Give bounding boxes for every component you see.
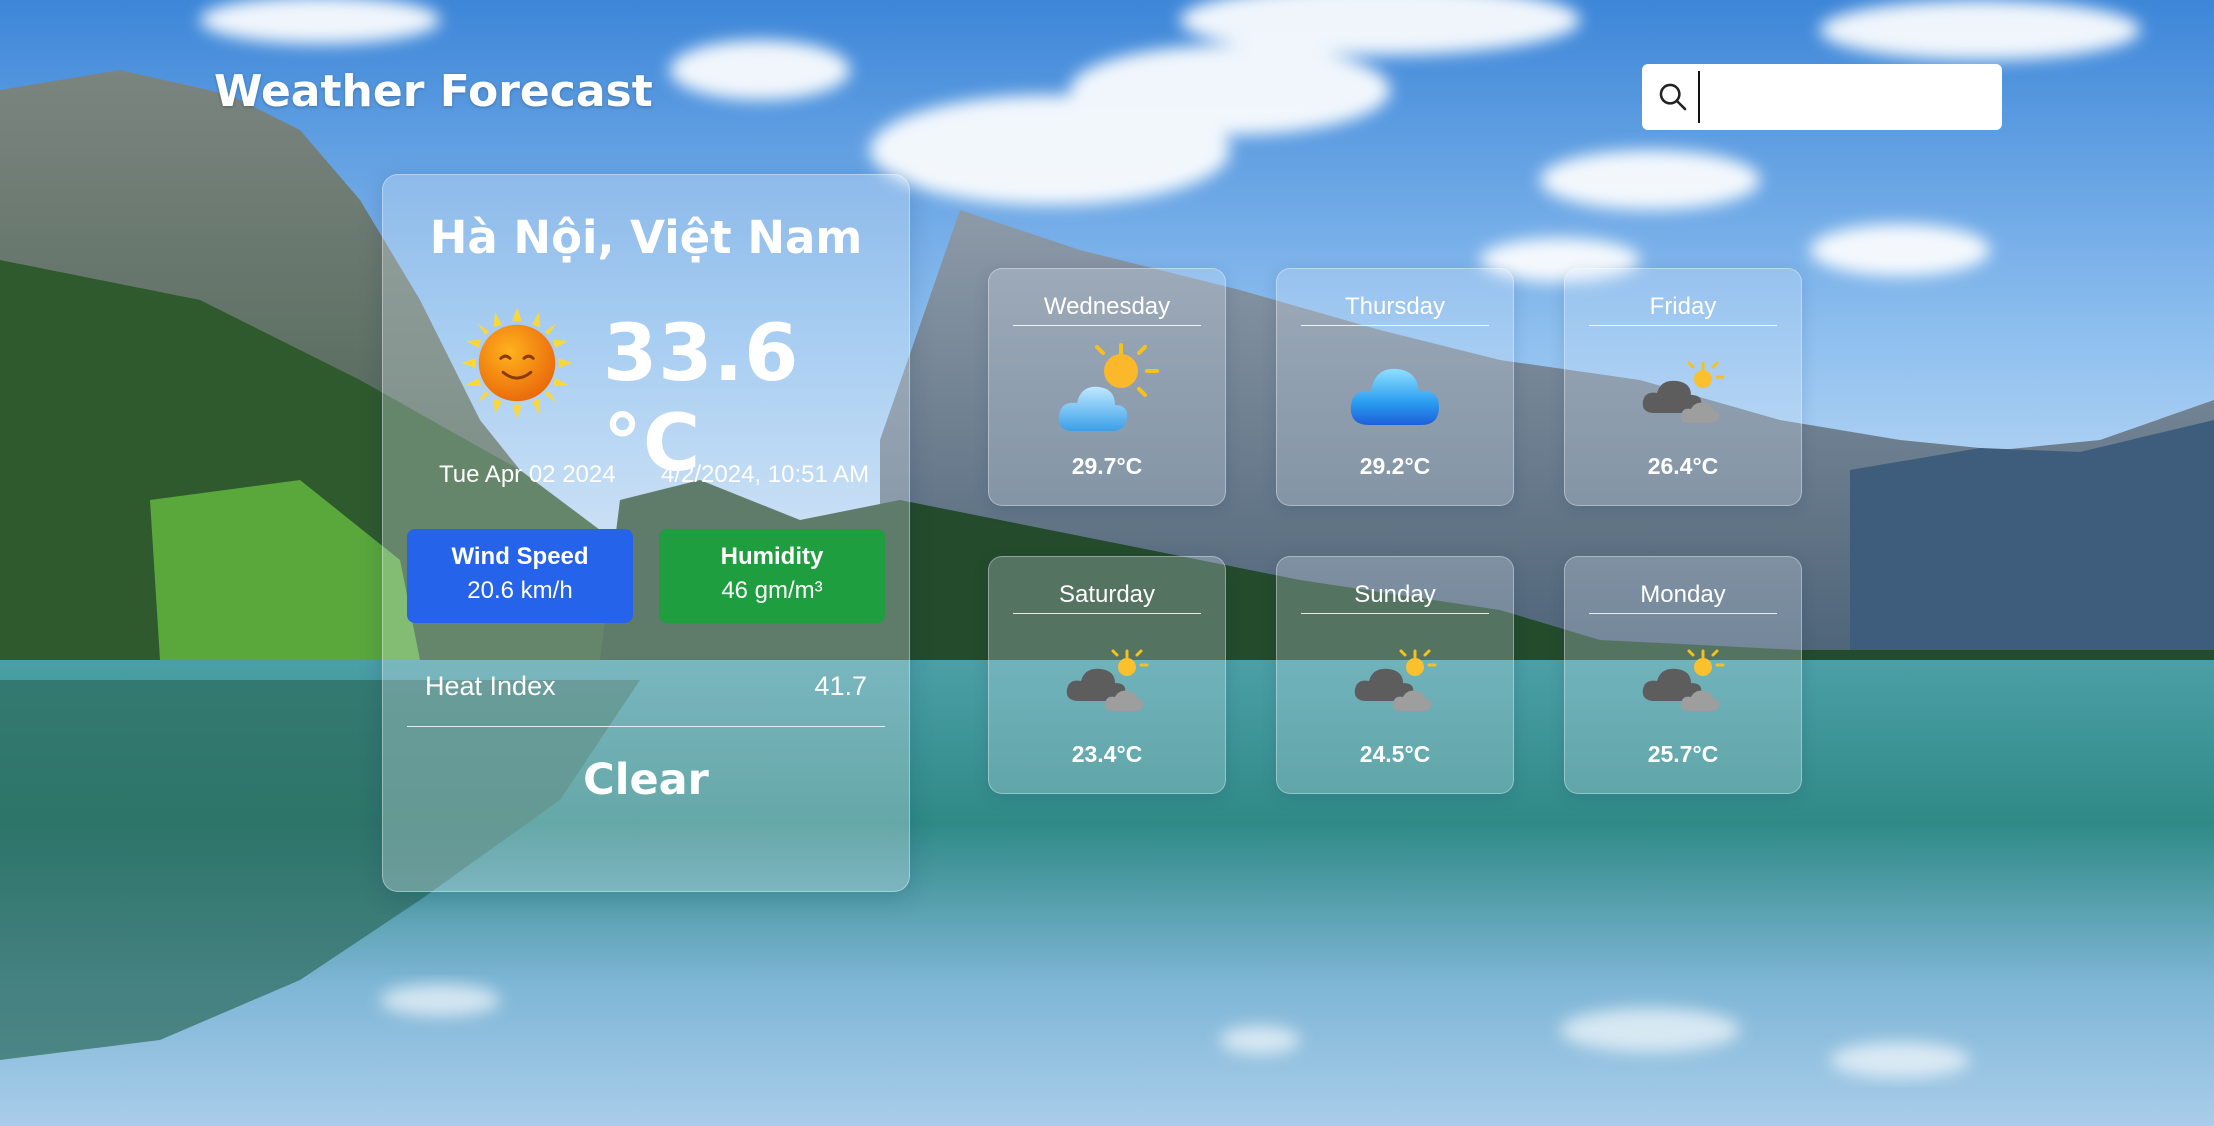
forecast-temperature: 24.5°C	[1359, 741, 1431, 767]
search-icon[interactable]	[1656, 80, 1690, 114]
sun-behind-cloud-icon	[1058, 343, 1159, 431]
forecast-card-wednesday: Wednesday 29.7°C	[988, 268, 1226, 506]
forecast-day: Monday	[1589, 581, 1777, 614]
forecast-temperature: 26.4°C	[1647, 453, 1719, 479]
forecast-day: Saturday	[1013, 581, 1201, 614]
app-title: Weather Forecast	[214, 66, 653, 117]
forecast-temperature: 25.7°C	[1647, 741, 1719, 767]
sun-smiling-icon	[461, 307, 573, 419]
search-input[interactable]	[1698, 71, 1998, 123]
wind-speed-value: 20.6 km/h	[467, 577, 573, 604]
partly-cloudy-dark-icon	[1354, 649, 1437, 711]
forecast-temperature: 23.4°C	[1071, 741, 1143, 767]
current-weather-card: Hà Nội, Việt Nam 33.6 °C Tue Apr 02 2024…	[382, 174, 910, 892]
cloud-icon	[1350, 368, 1439, 425]
heat-index-label: Heat Index	[425, 671, 556, 701]
forecast-card-thursday: Thursday 29.2°C	[1276, 268, 1514, 506]
wind-speed-box: Wind Speed 20.6 km/h	[407, 529, 633, 623]
humidity-label: Humidity	[720, 543, 824, 570]
wind-speed-label: Wind Speed	[451, 543, 589, 570]
forecast-temperature: 29.2°C	[1359, 453, 1431, 479]
current-date: Tue Apr 02 2024	[439, 461, 616, 488]
forecast-day: Friday	[1589, 293, 1777, 326]
forecast-card-saturday: Saturday 23.4°C	[988, 556, 1226, 794]
humidity-box: Humidity 46 gm/m³	[659, 529, 885, 623]
forecast-card-friday: Friday 26.4°C	[1564, 268, 1802, 506]
city-name: Hà Nội, Việt Nam	[429, 211, 863, 264]
heat-index-value: 41.7	[814, 671, 867, 701]
partly-cloudy-dark-icon	[1066, 649, 1149, 711]
forecast-day: Wednesday	[1013, 293, 1201, 326]
partly-cloudy-dark-icon	[1642, 361, 1725, 423]
forecast-temperature: 29.7°C	[1071, 453, 1143, 479]
forecast-day: Thursday	[1301, 293, 1489, 326]
forecast-card-sunday: Sunday 24.5°C	[1276, 556, 1514, 794]
partly-cloudy-dark-icon	[1642, 649, 1725, 711]
search-box[interactable]	[1642, 64, 2002, 130]
current-datetime: 4/2/2024, 10:51 AM	[661, 461, 870, 488]
forecast-card-monday: Monday 25.7°C	[1564, 556, 1802, 794]
humidity-value: 46 gm/m³	[721, 577, 823, 604]
weather-condition: Clear	[583, 755, 709, 805]
forecast-day: Sunday	[1301, 581, 1489, 614]
divider	[407, 726, 885, 727]
